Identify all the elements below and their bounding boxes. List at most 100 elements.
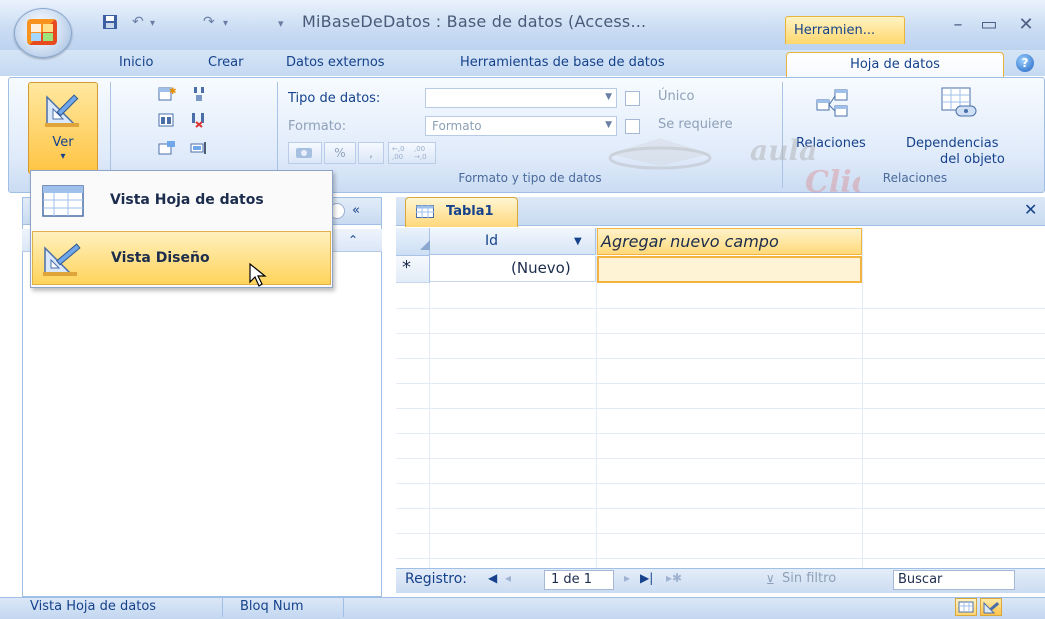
filter-status[interactable]: Sin filtro — [782, 571, 836, 586]
tab-hoja-de-datos[interactable]: Hoja de datos — [786, 52, 1004, 77]
svg-text:aula: aula — [750, 134, 817, 167]
grid-line — [396, 308, 1045, 309]
formato-dropdown[interactable]: Formato ▼ — [425, 116, 617, 136]
formato-label: Formato: — [288, 119, 347, 134]
tab-datos-externos[interactable]: Datos externos — [286, 55, 385, 70]
design-view-icon — [43, 89, 83, 129]
unico-checkbox[interactable] — [625, 91, 640, 106]
ver-button[interactable]: Ver ▾ — [28, 82, 98, 174]
table-icon — [416, 205, 434, 218]
minimize-icon[interactable]: – — [944, 14, 972, 35]
se-requiere-label: Se requiere — [658, 117, 733, 132]
ver-label: Ver — [52, 135, 74, 150]
tab-inicio[interactable]: Inicio — [119, 55, 153, 70]
next-record-icon[interactable]: ▸ — [624, 571, 630, 585]
del-objeto-label: del objeto — [940, 152, 1005, 167]
lookup-column-icon[interactable] — [158, 140, 176, 156]
svg-text:,00: ,00 — [392, 153, 403, 161]
grid-line — [396, 458, 1045, 459]
restore-icon[interactable]: ▭ — [975, 14, 1003, 35]
formato-value: Formato — [432, 119, 482, 133]
redo-dropdown-icon[interactable]: ▾ — [223, 18, 228, 29]
datasheet-view-status-icon[interactable] — [955, 598, 977, 616]
tab-herramientas-bd[interactable]: Herramientas de base de datos — [460, 55, 665, 70]
status-view-text: Vista Hoja de datos — [30, 599, 157, 614]
comma-format-button[interactable]: , — [358, 142, 384, 164]
percent-format-button[interactable]: % — [324, 142, 356, 164]
undo-dropdown-icon[interactable]: ▾ — [150, 18, 155, 29]
delete-column-icon[interactable] — [190, 112, 208, 128]
tab-crear[interactable]: Crear — [208, 55, 243, 70]
grid-line — [396, 433, 1045, 434]
search-input[interactable]: Buscar — [893, 570, 1015, 590]
tab-label: Tabla1 — [446, 204, 494, 219]
redo-icon[interactable]: ↷ — [203, 14, 215, 30]
first-record-icon[interactable]: ◀ — [488, 571, 497, 585]
grid-line — [862, 228, 863, 568]
chevron-down-icon: ▼ — [605, 92, 612, 102]
new-record-nav-icon[interactable]: ▸✱ — [666, 571, 682, 585]
help-icon[interactable]: ? — [1016, 54, 1034, 72]
datasheet-view-icon — [40, 182, 86, 220]
status-separator — [343, 598, 344, 617]
save-icon[interactable] — [102, 14, 118, 34]
se-requiere-checkbox[interactable] — [625, 119, 640, 134]
close-document-icon[interactable]: ✕ — [1024, 200, 1037, 219]
current-record-input[interactable]: 1 de 1 — [544, 570, 614, 590]
window-title: MiBaseDeDatos : Base de datos (Access... — [302, 12, 647, 31]
group-relaciones-label: Relaciones — [882, 171, 948, 185]
dependencias-button-label[interactable]: Dependencias — [906, 136, 999, 151]
close-window-icon[interactable]: ✕ — [1012, 14, 1040, 35]
column-header-id[interactable] — [430, 228, 596, 255]
add-existing-fields-icon[interactable] — [158, 112, 176, 128]
svg-text:Clic: Clic — [805, 165, 860, 194]
grid-line — [396, 358, 1045, 359]
grid-line — [396, 483, 1045, 484]
svg-text:✱: ✱ — [169, 87, 176, 97]
menu-item-label: Vista Diseño — [111, 250, 210, 266]
tab-tabla1[interactable]: Tabla1 — [405, 197, 518, 227]
insert-column-icon[interactable] — [190, 86, 208, 102]
customize-qat-icon[interactable]: ▾ — [278, 17, 284, 30]
menu-item-label: Vista Hoja de datos — [110, 192, 264, 208]
decimal-increase-decrease-icon[interactable]: ←,0,00,00 →,0 — [388, 142, 436, 164]
column-header-label: Agregar nuevo campo — [601, 232, 779, 251]
grid-line — [396, 558, 1045, 559]
menu-item-vista-diseno[interactable]: Vista Diseño — [32, 231, 331, 285]
table-cell-add-field[interactable] — [597, 256, 862, 283]
ver-dropdown-menu: Vista Hoja de datos Vista Diseño — [30, 170, 333, 288]
status-mode-text: Bloq Num — [240, 599, 304, 614]
filter-icon: ⊻ — [766, 573, 775, 587]
last-record-icon[interactable]: ▶| — [640, 571, 653, 585]
undo-icon[interactable]: ↶ — [132, 14, 144, 30]
chevron-up-icon[interactable]: ⌃ — [348, 233, 358, 247]
design-view-status-icon[interactable] — [980, 598, 1002, 616]
grid-line — [396, 508, 1045, 509]
grid-line — [396, 408, 1045, 409]
svg-text:→,0: →,0 — [414, 153, 427, 161]
new-field-icon[interactable]: ✱ — [158, 86, 177, 102]
ver-dropdown-icon: ▾ — [60, 151, 66, 162]
unico-label: Único — [658, 89, 695, 104]
select-all-triangle-icon — [420, 240, 430, 250]
mouse-cursor-icon — [248, 262, 268, 292]
watermark-logo: aulaClic — [600, 134, 870, 205]
relaciones-icon[interactable] — [815, 88, 849, 122]
chevron-down-icon: ▼ — [605, 120, 612, 130]
collapse-pane-icon[interactable]: « — [352, 203, 360, 218]
office-button[interactable] — [14, 8, 72, 58]
record-label: Registro: — [405, 571, 468, 587]
grid-line — [396, 533, 1045, 534]
status-separator — [222, 598, 223, 617]
rename-column-icon[interactable] — [190, 140, 208, 156]
status-bar — [0, 597, 1045, 619]
tipo-datos-label: Tipo de datos: — [288, 91, 381, 106]
dependencias-icon[interactable] — [940, 86, 980, 124]
svg-text:←,0: ←,0 — [392, 145, 405, 153]
tipo-datos-dropdown[interactable]: ▼ — [425, 88, 617, 108]
previous-record-icon[interactable]: ◂ — [505, 571, 511, 585]
chevron-down-icon[interactable]: ▼ — [574, 236, 582, 247]
menu-item-vista-hoja-datos[interactable]: Vista Hoja de datos — [32, 174, 331, 228]
currency-format-icon[interactable] — [288, 142, 322, 164]
new-record-value: (Nuevo) — [511, 259, 571, 277]
